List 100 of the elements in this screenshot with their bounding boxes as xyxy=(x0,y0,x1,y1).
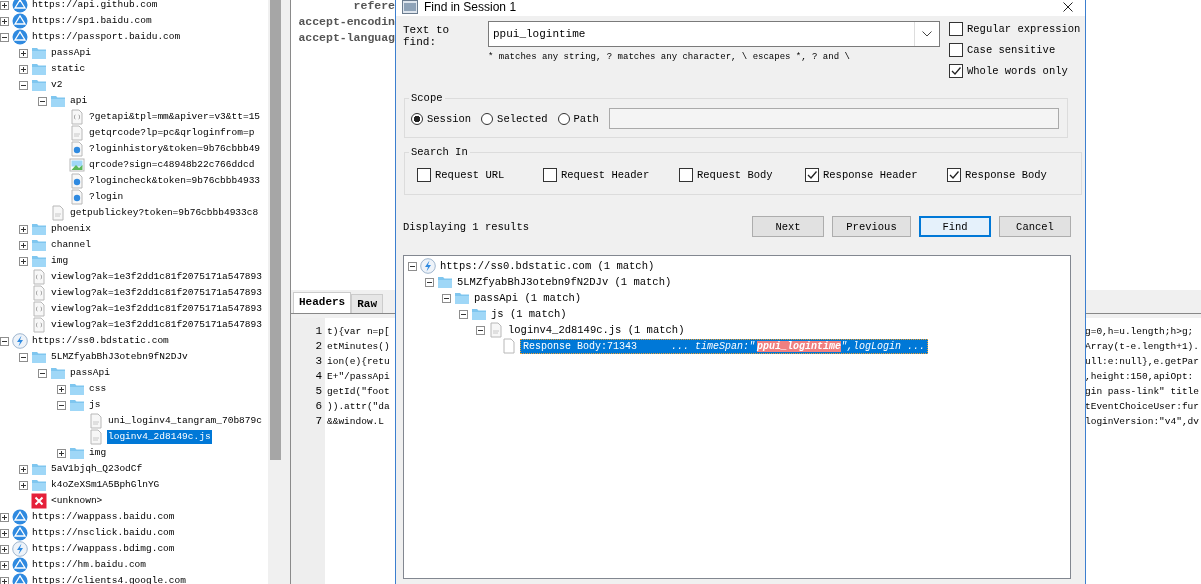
collapse-icon[interactable] xyxy=(19,352,28,362)
expand-icon[interactable] xyxy=(0,544,9,554)
tree-item[interactable]: 5aV1bjqh_Q23odCf xyxy=(50,462,144,476)
tab[interactable]: Raw xyxy=(351,294,384,313)
tree-item[interactable]: ?logincheck&token=9b76cbbb4933 xyxy=(88,174,262,188)
radio-option[interactable]: Selected xyxy=(481,112,548,125)
dialog-button[interactable]: Find xyxy=(919,216,991,237)
tree-item[interactable]: https://nsclick.baidu.com xyxy=(31,526,176,540)
tree-item[interactable]: https://ss0.bdstatic.com xyxy=(31,334,170,348)
tree-item[interactable]: viewlog?ak=1e3f2dd1c81f2075171a547893 xyxy=(50,318,263,332)
scroll-thumb[interactable] xyxy=(270,0,281,460)
tree-item[interactable]: qrcode?sign=c48948b22c766ddcd xyxy=(88,158,256,172)
radio-button[interactable] xyxy=(481,112,494,125)
tree-item[interactable]: passApi xyxy=(50,46,92,60)
unchecked-box[interactable] xyxy=(543,168,557,182)
checkbox[interactable]: Whole words only xyxy=(949,64,1077,78)
tree-item[interactable]: https://api.github.com xyxy=(31,0,159,12)
tree-item[interactable]: viewlog?ak=1e3f2dd1c81f2075171a547893 xyxy=(50,302,263,316)
checked-box[interactable] xyxy=(949,64,963,78)
tree-item[interactable]: passApi xyxy=(69,366,111,380)
collapse-icon[interactable] xyxy=(408,261,417,271)
checked-box[interactable] xyxy=(805,168,819,182)
unchecked-box[interactable] xyxy=(949,22,963,36)
expand-icon[interactable] xyxy=(19,48,28,58)
collapse-icon[interactable] xyxy=(38,368,47,378)
dialog-button[interactable]: Next xyxy=(752,216,824,237)
result-item[interactable]: 5LMZfyabBhJ3otebn9fN2DJv (1 match) xyxy=(456,276,673,288)
collapse-icon[interactable] xyxy=(19,80,28,90)
tree-item[interactable]: https://hm.baidu.com xyxy=(31,558,148,572)
tree-item[interactable]: ?login xyxy=(88,190,125,204)
search-result[interactable]: Response Body:71343 ... timeSpan:" ppui_logintime",logLogin ... xyxy=(520,338,929,354)
tree-item[interactable]: viewlog?ak=1e3f2dd1c81f2075171a547893 xyxy=(50,270,263,284)
collapse-icon[interactable] xyxy=(476,325,485,335)
collapse-icon[interactable] xyxy=(0,32,9,42)
tree-item[interactable]: 5LMZfyabBhJ3otebn9fN2DJv xyxy=(50,350,189,364)
radio-button[interactable] xyxy=(557,112,570,125)
tree-item[interactable]: https://wappass.baidu.com xyxy=(31,510,176,524)
result-item[interactable]: js (1 match) xyxy=(490,308,568,320)
tree-item[interactable]: img xyxy=(50,254,70,268)
result-item[interactable]: loginv4_2d8149c.js (1 match) xyxy=(507,324,686,336)
tree-item[interactable]: loginv4_2d8149c.js xyxy=(107,430,212,444)
expand-icon[interactable] xyxy=(19,224,28,234)
tree-item[interactable]: api xyxy=(69,94,89,108)
tree-item[interactable]: getqrcode?lp=pc&qrloginfrom=p xyxy=(88,126,256,140)
expand-icon[interactable] xyxy=(0,512,9,522)
checked-box[interactable] xyxy=(947,168,961,182)
tree-item[interactable]: v2 xyxy=(50,78,64,92)
expand-icon[interactable] xyxy=(19,480,28,490)
tree-item[interactable]: https://sp1.baidu.com xyxy=(31,14,153,28)
scrollbar[interactable] xyxy=(268,0,283,584)
expand-icon[interactable] xyxy=(57,384,66,394)
expand-icon[interactable] xyxy=(19,64,28,74)
dialog-button[interactable]: Cancel xyxy=(999,216,1071,237)
expand-icon[interactable] xyxy=(19,240,28,250)
tree-item[interactable]: static xyxy=(50,62,87,76)
collapse-icon[interactable] xyxy=(425,277,434,287)
checkbox[interactable]: Response Body xyxy=(947,168,1073,182)
tree-item[interactable]: <unknown> xyxy=(50,494,104,508)
unchecked-box[interactable] xyxy=(949,43,963,57)
tree-item[interactable]: ?getapi&tpl=mm&apiver=v3&tt=15 xyxy=(88,110,262,124)
collapse-icon[interactable] xyxy=(0,336,9,346)
collapse-icon[interactable] xyxy=(38,96,47,106)
dialog-button[interactable]: Previous xyxy=(832,216,911,237)
tab[interactable]: Headers xyxy=(293,292,352,313)
close-icon[interactable] xyxy=(1063,1,1073,12)
unchecked-box[interactable] xyxy=(679,168,693,182)
collapse-icon[interactable] xyxy=(459,309,468,319)
path-field[interactable] xyxy=(608,108,1059,129)
tree-item[interactable]: k4oZeXSm1A5BphGlnYG xyxy=(50,478,161,492)
expand-icon[interactable] xyxy=(0,528,9,538)
tree-item[interactable]: js xyxy=(88,398,102,412)
tree-item[interactable]: https://wappass.bdimg.com xyxy=(31,542,176,556)
checkbox[interactable]: Case sensitive xyxy=(949,43,1077,57)
expand-icon[interactable] xyxy=(0,560,9,570)
splitter[interactable] xyxy=(283,0,291,584)
expand-icon[interactable] xyxy=(19,256,28,266)
tree-item[interactable]: uni_loginv4_tangram_70b879c xyxy=(107,414,263,428)
collapse-icon[interactable] xyxy=(57,400,66,410)
checkbox[interactable]: Request Header xyxy=(543,168,679,182)
checkbox[interactable]: Request Body xyxy=(679,168,805,182)
collapse-icon[interactable] xyxy=(442,293,451,303)
radio-option[interactable]: Path xyxy=(557,112,599,125)
tree-item[interactable]: phoenix xyxy=(50,222,92,236)
tree-item[interactable]: getpublickey?token=9b76cbbb4933c8 xyxy=(69,206,260,220)
unchecked-box[interactable] xyxy=(417,168,431,182)
expand-icon[interactable] xyxy=(57,448,66,458)
checkbox[interactable]: Request URL xyxy=(417,168,543,182)
result-item[interactable]: https://ss0.bdstatic.com (1 match) xyxy=(439,260,656,272)
tree-item[interactable]: channel xyxy=(50,238,92,252)
tree-item[interactable]: img xyxy=(88,446,108,460)
tree-item[interactable]: https://passport.baidu.com xyxy=(31,30,182,44)
expand-icon[interactable] xyxy=(0,0,9,10)
tree-item[interactable]: viewlog?ak=1e3f2dd1c81f2075171a547893 xyxy=(50,286,263,300)
result-item[interactable]: passApi (1 match) xyxy=(473,292,583,304)
expand-icon[interactable] xyxy=(0,576,9,584)
expand-icon[interactable] xyxy=(19,464,28,474)
radio-option[interactable]: Session xyxy=(411,112,472,125)
tree-item[interactable]: css xyxy=(88,382,108,396)
checkbox[interactable]: Response Header xyxy=(805,168,947,182)
tree-item[interactable]: ?loginhistory&token=9b76cbbb49 xyxy=(88,142,262,156)
